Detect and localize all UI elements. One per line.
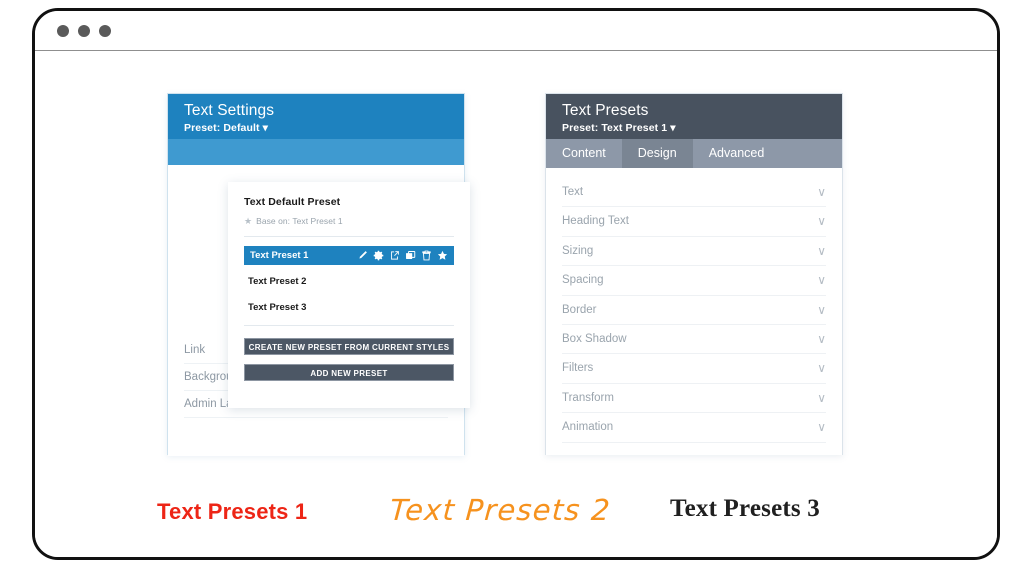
sample-text-preset-2: Text Presets 2 xyxy=(388,493,613,527)
preset-item-text-preset-2[interactable]: Text Preset 2 xyxy=(244,272,454,291)
add-new-preset-button[interactable]: ADD NEW PRESET xyxy=(244,364,454,381)
text-presets-tabbar: Content Design Advanced xyxy=(546,139,842,168)
chevron-down-icon: ∨ xyxy=(817,331,826,346)
chevron-down-icon: ∨ xyxy=(817,214,826,229)
preset-item-label: Text Preset 3 xyxy=(248,302,307,313)
preset-item-actions xyxy=(357,250,448,261)
star-icon: ★ xyxy=(244,215,253,226)
section-row-label: Text xyxy=(562,186,584,198)
section-row-label: Heading Text xyxy=(562,215,629,228)
section-row-sizing[interactable]: Sizing ∨ xyxy=(562,237,826,267)
preset-popup-title: Text Default Preset xyxy=(244,196,341,208)
section-row-label: Animation xyxy=(562,421,614,434)
popup-divider-top xyxy=(244,236,454,237)
star-icon[interactable] xyxy=(437,250,448,261)
window-controls xyxy=(57,25,111,37)
section-row-animation[interactable]: Animation ∨ xyxy=(562,413,826,443)
text-presets-section-list: Text ∨ Heading Text ∨ Sizing ∨ Spacing ∨… xyxy=(546,168,842,455)
preset-item-label: Text Preset 2 xyxy=(248,276,307,287)
preset-dropdown-popup: Text Default Preset ★ Base on: Text Pres… xyxy=(228,182,470,408)
chevron-down-icon: ∨ xyxy=(817,390,826,405)
pencil-icon[interactable] xyxy=(357,250,368,261)
section-row-label: Box Shadow xyxy=(562,332,627,345)
tab-design[interactable]: Design xyxy=(621,139,693,168)
window-dot-close[interactable] xyxy=(57,25,69,37)
text-presets-title: Text Presets xyxy=(562,102,649,119)
text-presets-header: Text Presets Preset: Text Preset 1 ▾ xyxy=(546,94,842,139)
preset-item-label: Text Preset 1 xyxy=(250,250,309,261)
chevron-down-icon: ∨ xyxy=(817,273,826,288)
text-settings-subheader-band xyxy=(168,139,464,165)
gear-icon[interactable] xyxy=(373,250,384,261)
sample-text-preset-3: Text Presets 3 xyxy=(670,495,820,522)
export-icon[interactable] xyxy=(389,250,400,261)
text-settings-title: Text Settings xyxy=(184,102,275,119)
chevron-down-icon: ∨ xyxy=(817,420,826,435)
window-dot-maximize[interactable] xyxy=(99,25,111,37)
section-row-label: Sizing xyxy=(562,244,594,257)
section-row-border[interactable]: Border ∨ xyxy=(562,296,826,325)
tab-advanced[interactable]: Advanced xyxy=(693,139,781,168)
chevron-down-icon: ∨ xyxy=(817,302,826,317)
text-settings-header: Text Settings Preset: Default ▾ xyxy=(168,94,464,139)
preset-popup-baseon-label: Base on: Text Preset 1 xyxy=(256,216,343,226)
section-row-label: Filters xyxy=(562,362,594,375)
browser-titlebar xyxy=(35,11,997,51)
browser-window: Text Settings Preset: Default ▾ Link Bac… xyxy=(32,8,1000,560)
chevron-down-icon: ∨ xyxy=(817,361,826,376)
preset-item-text-preset-3[interactable]: Text Preset 3 xyxy=(244,298,454,317)
chevron-down-icon: ∨ xyxy=(817,243,826,258)
chevron-down-icon: ∨ xyxy=(817,185,826,199)
create-new-preset-button[interactable]: CREATE NEW PRESET FROM CURRENT STYLES xyxy=(244,338,454,355)
trash-icon[interactable] xyxy=(421,250,432,261)
text-presets-panel: Text Presets Preset: Text Preset 1 ▾ Con… xyxy=(545,93,843,455)
section-row-transform[interactable]: Transform ∨ xyxy=(562,384,826,414)
section-row-spacing[interactable]: Spacing ∨ xyxy=(562,266,826,296)
preset-popup-baseon: ★ Base on: Text Preset 1 xyxy=(244,216,454,226)
duplicate-icon[interactable] xyxy=(405,250,416,261)
window-dot-minimize[interactable] xyxy=(78,25,90,37)
sample-text-row: Text Presets 1 Text Presets 2 Text Prese… xyxy=(35,477,997,557)
text-presets-preset-selector[interactable]: Preset: Text Preset 1 ▾ xyxy=(562,122,826,134)
section-row-filters[interactable]: Filters ∨ xyxy=(562,354,826,384)
section-row-text[interactable]: Text ∨ xyxy=(562,178,826,208)
popup-divider-bottom xyxy=(244,325,454,326)
browser-viewport: Text Settings Preset: Default ▾ Link Bac… xyxy=(35,52,997,557)
text-settings-preset-selector[interactable]: Preset: Default ▾ xyxy=(184,122,448,134)
preset-item-text-preset-1[interactable]: Text Preset 1 xyxy=(244,246,454,265)
section-row-box-shadow[interactable]: Box Shadow ∨ xyxy=(562,325,826,355)
section-row-label: Border xyxy=(562,303,597,316)
tab-content[interactable]: Content xyxy=(546,139,622,168)
sample-text-preset-1: Text Presets 1 xyxy=(157,499,308,524)
text-settings-panel: Text Settings Preset: Default ▾ Link Bac… xyxy=(167,93,470,456)
section-row-label: Spacing xyxy=(562,274,604,287)
section-row-label: Transform xyxy=(562,391,614,404)
section-row-heading-text[interactable]: Heading Text ∨ xyxy=(562,207,826,237)
